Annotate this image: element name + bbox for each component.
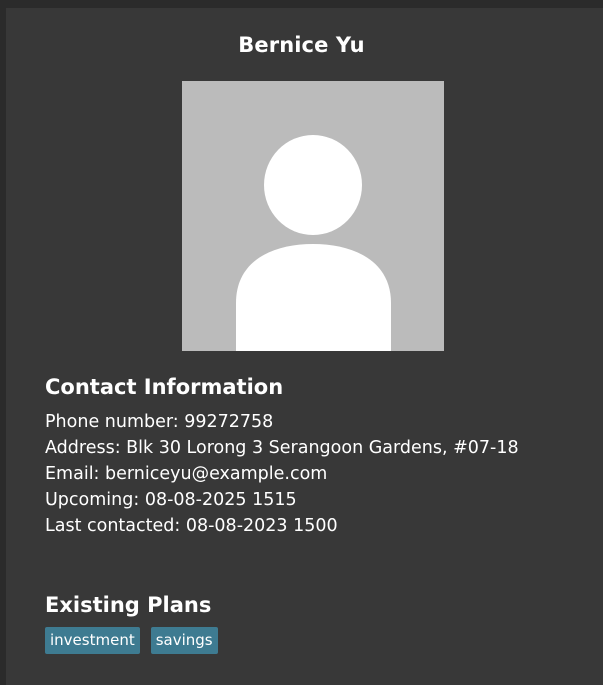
- person-name: Bernice Yu: [238, 33, 365, 57]
- plan-tags: investment savings: [45, 627, 218, 654]
- window-top-border: [0, 0, 603, 8]
- contact-information-heading: Contact Information: [45, 375, 284, 399]
- address: Address: Blk 30 Lorong 3 Serangoon Garde…: [45, 438, 519, 458]
- last-contacted: Last contacted: 08-08-2023 1500: [45, 516, 338, 536]
- existing-plans-heading: Existing Plans: [45, 593, 212, 617]
- phone-number: Phone number: 99272758: [45, 412, 274, 432]
- plan-tag-savings: savings: [150, 627, 218, 654]
- contact-details: Phone number: 99272758 Address: Blk 30 L…: [45, 409, 519, 539]
- plan-tag-investment: investment: [45, 627, 140, 654]
- person-silhouette-icon: [182, 81, 444, 351]
- profile-photo: [182, 81, 444, 351]
- upcoming-appointment: Upcoming: 08-08-2025 1515: [45, 490, 297, 510]
- email: Email: berniceyu@example.com: [45, 464, 328, 484]
